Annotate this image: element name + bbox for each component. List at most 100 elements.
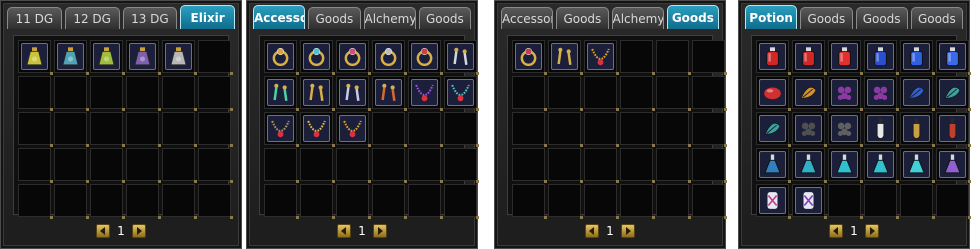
inventory-slot[interactable] <box>900 184 935 219</box>
prev-page-arrow-icon[interactable] <box>96 224 110 238</box>
ring-icon[interactable] <box>303 43 330 70</box>
next-page-arrow-icon[interactable] <box>373 224 387 238</box>
prev-page-arrow-icon[interactable] <box>829 224 843 238</box>
inventory-slot[interactable] <box>90 76 125 111</box>
necklace-icon[interactable] <box>339 115 366 142</box>
inventory-slot[interactable] <box>864 112 899 147</box>
prev-page-arrow-icon[interactable] <box>337 224 351 238</box>
tab-goods-2[interactable]: Goods <box>855 7 908 29</box>
tab-goods-2[interactable]: Goods <box>418 7 471 29</box>
scroll-icon[interactable] <box>759 187 786 214</box>
inventory-slot[interactable] <box>408 148 443 183</box>
grape-icon[interactable] <box>795 115 822 142</box>
tab-12-dg[interactable]: 12 DG <box>64 7 120 29</box>
ring-icon[interactable] <box>411 43 438 70</box>
inventory-slot[interactable] <box>300 184 335 219</box>
inventory-slot[interactable] <box>620 76 655 111</box>
inventory-slot[interactable] <box>162 112 197 147</box>
inventory-slot[interactable] <box>620 184 655 219</box>
inventory-slot[interactable] <box>828 40 863 75</box>
flask-icon[interactable] <box>831 151 858 178</box>
ring-icon[interactable] <box>267 43 294 70</box>
next-page-arrow-icon[interactable] <box>865 224 879 238</box>
inventory-slot[interactable] <box>300 112 335 147</box>
inventory-slot[interactable] <box>444 112 479 147</box>
inventory-slot[interactable] <box>756 184 791 219</box>
inventory-slot[interactable] <box>792 184 827 219</box>
earring-icon[interactable] <box>267 79 294 106</box>
grape-icon[interactable] <box>867 79 894 106</box>
earring-icon[interactable] <box>551 43 578 70</box>
inventory-slot[interactable] <box>756 148 791 183</box>
inventory-slot[interactable] <box>198 184 233 219</box>
inventory-slot[interactable] <box>756 40 791 75</box>
inventory-slot[interactable] <box>372 184 407 219</box>
tab-goods[interactable]: Goods <box>556 7 609 29</box>
grape-icon[interactable] <box>831 79 858 106</box>
hp-potion-icon[interactable] <box>759 43 786 70</box>
earring-icon[interactable] <box>303 79 330 106</box>
inventory-slot[interactable] <box>126 40 161 75</box>
inventory-slot[interactable] <box>548 148 583 183</box>
inventory-slot[interactable] <box>656 76 691 111</box>
tab-accessory[interactable]: Accessory <box>253 5 306 29</box>
flask-icon[interactable] <box>939 151 966 178</box>
inventory-slot[interactable] <box>656 40 691 75</box>
flask-icon[interactable] <box>867 151 894 178</box>
tab-13-dg[interactable]: 13 DG <box>122 7 178 29</box>
inventory-slot[interactable] <box>162 40 197 75</box>
inventory-slot[interactable] <box>512 148 547 183</box>
inventory-slot[interactable] <box>756 76 791 111</box>
elixir-potion-icon[interactable] <box>93 43 120 70</box>
inventory-slot[interactable] <box>90 148 125 183</box>
inventory-slot[interactable] <box>372 40 407 75</box>
inventory-slot[interactable] <box>444 76 479 111</box>
inventory-slot[interactable] <box>54 40 89 75</box>
necklace-icon[interactable] <box>267 115 294 142</box>
inventory-slot[interactable] <box>336 76 371 111</box>
inventory-slot[interactable] <box>936 112 971 147</box>
inventory-slot[interactable] <box>408 40 443 75</box>
vial-icon[interactable] <box>903 115 930 142</box>
inventory-slot[interactable] <box>936 184 971 219</box>
earring-icon[interactable] <box>339 79 366 106</box>
inventory-slot[interactable] <box>900 112 935 147</box>
inventory-slot[interactable] <box>620 112 655 147</box>
inventory-slot[interactable] <box>548 76 583 111</box>
mp-potion-icon[interactable] <box>939 43 966 70</box>
inventory-slot[interactable] <box>18 112 53 147</box>
inventory-slot[interactable] <box>126 184 161 219</box>
inventory-slot[interactable] <box>162 184 197 219</box>
tab-accessory[interactable]: Accessory <box>501 7 554 29</box>
inventory-slot[interactable] <box>900 148 935 183</box>
inventory-slot[interactable] <box>936 40 971 75</box>
inventory-slot[interactable] <box>900 76 935 111</box>
inventory-slot[interactable] <box>336 148 371 183</box>
prev-page-arrow-icon[interactable] <box>585 224 599 238</box>
inventory-slot[interactable] <box>792 112 827 147</box>
inventory-slot[interactable] <box>548 112 583 147</box>
inventory-slot[interactable] <box>828 148 863 183</box>
inventory-slot[interactable] <box>444 148 479 183</box>
elixir-potion-icon[interactable] <box>129 43 156 70</box>
inventory-slot[interactable] <box>126 148 161 183</box>
inventory-slot[interactable] <box>792 40 827 75</box>
inventory-slot[interactable] <box>936 76 971 111</box>
inventory-slot[interactable] <box>264 112 299 147</box>
inventory-slot[interactable] <box>264 184 299 219</box>
inventory-slot[interactable] <box>584 40 619 75</box>
necklace-icon[interactable] <box>303 115 330 142</box>
inventory-slot[interactable] <box>692 40 727 75</box>
elixir-potion-icon[interactable] <box>21 43 48 70</box>
necklace-icon[interactable] <box>447 79 474 106</box>
ring-icon[interactable] <box>339 43 366 70</box>
inventory-slot[interactable] <box>692 76 727 111</box>
vial-icon[interactable] <box>939 115 966 142</box>
inventory-slot[interactable] <box>828 112 863 147</box>
ring-icon[interactable] <box>375 43 402 70</box>
inventory-slot[interactable] <box>126 76 161 111</box>
scroll-icon[interactable] <box>795 187 822 214</box>
inventory-slot[interactable] <box>512 112 547 147</box>
inventory-slot[interactable] <box>584 112 619 147</box>
necklace-icon[interactable] <box>411 79 438 106</box>
